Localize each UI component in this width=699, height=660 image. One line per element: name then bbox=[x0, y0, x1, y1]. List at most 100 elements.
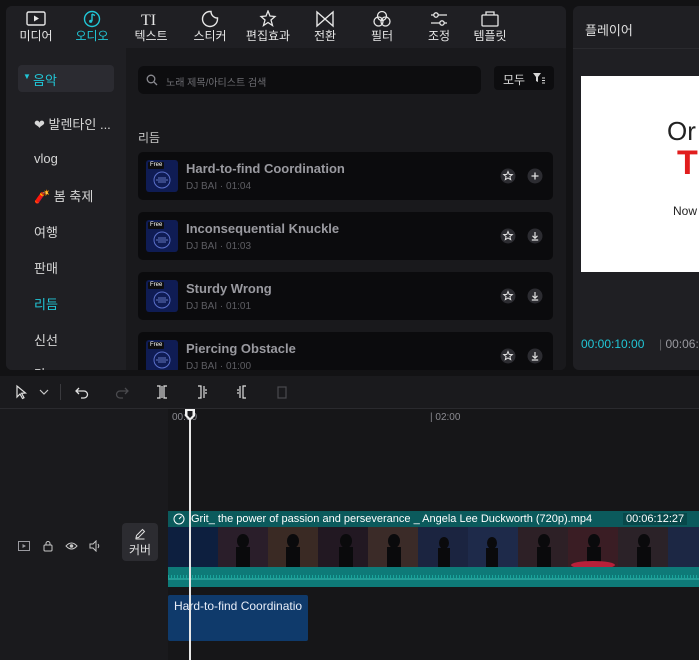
asset-panel: 미디어 오디오 TI 텍스트 스티커 편집효과 전환 필터 조정 템플릿 ▼ 음… bbox=[6, 6, 566, 370]
free-badge: Free bbox=[148, 282, 165, 289]
split-icon[interactable] bbox=[154, 384, 170, 400]
cover-column: 커버 bbox=[118, 409, 169, 660]
tab-text[interactable]: TI 텍스트 bbox=[121, 8, 181, 48]
video-track-icon[interactable] bbox=[18, 541, 30, 551]
cover-button[interactable]: 커버 bbox=[122, 523, 158, 561]
tab-sticker[interactable]: 스티커 bbox=[180, 8, 240, 48]
delete-icon bbox=[277, 386, 287, 399]
tab-sticker-label: 스티커 bbox=[193, 29, 227, 43]
lock-icon[interactable] bbox=[42, 540, 54, 552]
section-title: 리듬 bbox=[138, 131, 161, 145]
track-meta: DJ BAI · 01:01 bbox=[186, 301, 252, 312]
preview-text: Or bbox=[667, 116, 696, 146]
video-preview[interactable]: Or T Now bbox=[581, 76, 699, 272]
tab-media-label: 미디어 bbox=[19, 29, 53, 43]
download-icon[interactable] bbox=[527, 288, 543, 304]
video-clip[interactable]: Grit_ the power of passion and persevera… bbox=[168, 511, 699, 587]
sidebar-item-more[interactable]: 라 bbox=[34, 364, 46, 370]
sticker-icon bbox=[201, 10, 219, 28]
effects-icon bbox=[259, 10, 277, 28]
tab-transition[interactable]: 전환 bbox=[295, 8, 355, 48]
disc-icon bbox=[153, 291, 171, 309]
caret-down-icon: ▼ bbox=[23, 72, 31, 81]
list-item[interactable]: Free Sturdy Wrong DJ BAI · 01:01 bbox=[138, 272, 553, 320]
audio-waveform bbox=[168, 567, 699, 587]
speaker-icon[interactable] bbox=[89, 540, 102, 552]
sidebar-item-valentine[interactable]: ❤ 발렌타인 ... bbox=[34, 114, 111, 133]
track-cover: Free bbox=[146, 340, 178, 370]
cover-label: 커버 bbox=[128, 543, 152, 557]
sidebar-item-fresh[interactable]: 신선 bbox=[34, 330, 58, 349]
total-time: | 00:06:1 bbox=[659, 337, 699, 351]
list-item[interactable]: Free Piercing Obstacle DJ BAI · 01:00 bbox=[138, 332, 553, 370]
clip-header: Grit_ the power of passion and persevera… bbox=[168, 511, 699, 527]
search-input[interactable]: 노래 제목/아티스트 검색 bbox=[138, 66, 481, 94]
track-header-column bbox=[0, 409, 119, 660]
track-meta: DJ BAI · 01:00 bbox=[186, 361, 252, 370]
track-cover: Free bbox=[146, 280, 178, 312]
eye-icon[interactable] bbox=[65, 541, 78, 551]
favorite-star-icon[interactable] bbox=[500, 288, 516, 304]
free-badge: Free bbox=[148, 162, 165, 169]
tab-text-label: 텍스트 bbox=[134, 29, 168, 43]
playhead[interactable] bbox=[189, 410, 191, 660]
clip-thumbnails bbox=[168, 527, 699, 567]
tab-template[interactable]: 템플릿 bbox=[460, 8, 520, 48]
track-title: Piercing Obstacle bbox=[186, 341, 296, 356]
list-item[interactable]: Free Hard-to-find Coordination DJ BAI · … bbox=[138, 152, 553, 200]
track-cover: Free bbox=[146, 220, 178, 252]
track-title: Hard-to-find Coordination bbox=[186, 161, 345, 176]
playhead-handle[interactable] bbox=[184, 409, 196, 421]
preview-text: Now bbox=[673, 204, 698, 218]
trim-right-icon[interactable] bbox=[234, 384, 250, 400]
disc-icon bbox=[153, 351, 171, 369]
text-icon: TI bbox=[141, 12, 156, 28]
tab-filter[interactable]: 필터 bbox=[352, 8, 412, 48]
sidebar-item-spring-festival[interactable]: 🧨 봄 축제 bbox=[34, 186, 93, 205]
timeline-panel: 커버 00:00 | 02:00 Grit_ the power of pass… bbox=[0, 376, 699, 660]
svg-text:TI: TI bbox=[141, 12, 156, 28]
sidebar-item-sale[interactable]: 판매 bbox=[34, 258, 58, 277]
add-icon[interactable] bbox=[527, 168, 543, 184]
list-item[interactable]: Free Inconsequential Knuckle DJ BAI · 01… bbox=[138, 212, 553, 260]
audio-clip-name: Hard-to-find Coordinatio bbox=[174, 599, 303, 613]
sidebar-item-vlog[interactable]: vlog bbox=[34, 151, 58, 166]
sidebar-item-travel[interactable]: 여행 bbox=[34, 222, 58, 241]
divider bbox=[573, 48, 699, 49]
clip-speed-icon bbox=[173, 513, 185, 525]
music-list-panel: 노래 제목/아티스트 검색 모두 리듬 Free Hard-to-find Co… bbox=[126, 48, 566, 370]
download-icon[interactable] bbox=[527, 348, 543, 364]
clip-name: Grit_ the power of passion and persevera… bbox=[191, 513, 593, 525]
player-title: 플레이어 bbox=[585, 23, 633, 38]
category-sidebar: ▼ 음악 ❤ 발렌타인 ... vlog 🧨 봄 축제 여행 판매 리듬 신선 … bbox=[6, 48, 127, 370]
search-placeholder: 노래 제목/아티스트 검색 bbox=[166, 78, 267, 89]
track-meta: DJ BAI · 01:04 bbox=[186, 181, 252, 192]
total-time-value: 00:06:1 bbox=[665, 337, 699, 351]
ruler-mark: | 02:00 bbox=[430, 412, 461, 423]
tab-filter-label: 필터 bbox=[370, 29, 394, 43]
sidebar-item-rhythm[interactable]: 리듬 bbox=[34, 294, 58, 313]
trim-left-icon[interactable] bbox=[194, 384, 210, 400]
timeline-tracks[interactable]: 00:00 | 02:00 Grit_ the power of passion… bbox=[168, 409, 699, 660]
tab-audio-label: 오디오 bbox=[75, 29, 109, 43]
pencil-icon bbox=[135, 528, 146, 540]
filter-icon bbox=[373, 10, 391, 27]
undo-icon[interactable] bbox=[74, 384, 90, 400]
filter-label: 모두 bbox=[503, 73, 526, 87]
sidebar-item-music[interactable]: ▼ 음악 bbox=[18, 65, 114, 92]
chevron-down-icon[interactable] bbox=[39, 388, 49, 396]
tab-audio[interactable]: 오디오 bbox=[62, 8, 122, 48]
free-badge: Free bbox=[148, 222, 165, 229]
favorite-star-icon[interactable] bbox=[500, 348, 516, 364]
tab-effects[interactable]: 편집효과 bbox=[238, 8, 298, 48]
favorite-star-icon[interactable] bbox=[500, 228, 516, 244]
time-ruler[interactable]: 00:00 | 02:00 bbox=[168, 409, 699, 429]
free-badge: Free bbox=[148, 342, 165, 349]
download-icon[interactable] bbox=[527, 228, 543, 244]
current-time: 00:00:10:00 bbox=[581, 337, 645, 351]
favorite-star-icon[interactable] bbox=[500, 168, 516, 184]
track-cover: Free bbox=[146, 160, 178, 192]
filter-dropdown[interactable]: 모두 bbox=[494, 66, 554, 90]
tab-media[interactable]: 미디어 bbox=[6, 8, 66, 48]
select-cursor-icon[interactable] bbox=[14, 384, 30, 400]
